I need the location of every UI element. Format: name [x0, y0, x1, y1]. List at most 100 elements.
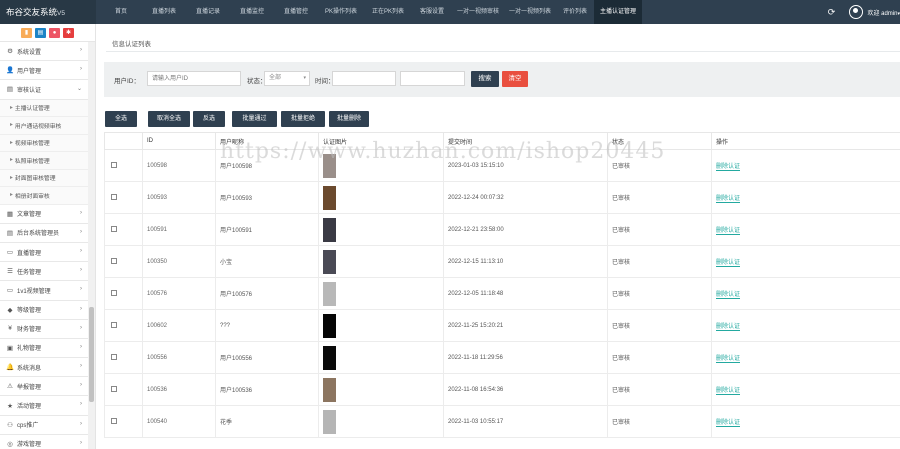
- delete-auth-link[interactable]: 删除认证: [716, 420, 741, 427]
- batch-action-button[interactable]: 全选: [105, 111, 137, 127]
- batch-action-button[interactable]: 取消全选: [148, 111, 190, 127]
- delete-auth-link[interactable]: 删除认证: [716, 356, 741, 363]
- row-checkbox[interactable]: [111, 193, 117, 200]
- main-content: 信息认证列表 用户ID： 状态： 全部▾ 时间： 搜索 清空 全选取消全选反选批…: [100, 28, 900, 449]
- top-nav-tab[interactable]: 直播管控: [274, 0, 318, 24]
- status-select[interactable]: 全部 ▾: [264, 71, 310, 86]
- top-nav-tab[interactable]: 直播列表: [142, 0, 186, 24]
- sidebar-item[interactable]: 🔔 系统消息 ›: [0, 358, 88, 378]
- start-time-input[interactable]: [332, 71, 396, 86]
- row-checkbox-cell: [104, 149, 143, 182]
- sidebar-item[interactable]: ¥ 财务管理 ›: [0, 319, 88, 339]
- delete-auth-link[interactable]: 删除认证: [716, 292, 741, 299]
- cell-operation: 删除认证: [711, 373, 900, 406]
- sidebar-subitem[interactable]: ▸ 用户通话视频审核: [0, 117, 88, 135]
- batch-action-button[interactable]: 批量拒绝: [281, 111, 325, 127]
- sidebar-item[interactable]: ▤ 后台系统管理员 ›: [0, 223, 88, 243]
- sidebar-subitem[interactable]: ▸ 封面图审核管理: [0, 169, 88, 188]
- row-checkbox[interactable]: [111, 353, 117, 360]
- row-checkbox[interactable]: [111, 225, 117, 232]
- sidebar-scrollbar[interactable]: [88, 42, 95, 449]
- uid-input[interactable]: [147, 71, 241, 86]
- user-menu[interactable]: 欢迎 admin▾: [867, 8, 900, 17]
- delete-auth-link[interactable]: 删除认证: [716, 324, 741, 331]
- delete-auth-link[interactable]: 删除认证: [716, 196, 741, 203]
- table-row: 100593 用户100593 2022-12-24 00:07:32 已审核 删除认证: [104, 181, 900, 214]
- sidebar-item[interactable]: ⚇ cps推广 ›: [0, 415, 88, 435]
- cell-status: 已审核: [607, 405, 712, 438]
- top-nav-tab[interactable]: 一对一视频审核: [452, 0, 504, 24]
- sidebar-item[interactable]: ⚠ 举报管理 ›: [0, 377, 88, 397]
- top-nav-tab[interactable]: 直播监控: [230, 0, 274, 24]
- sidebar-subitem[interactable]: ▸ 私照审核管理: [0, 152, 88, 170]
- user-avatar-icon[interactable]: [849, 5, 864, 19]
- top-nav-tab[interactable]: PK操作列表: [318, 0, 364, 24]
- search-button[interactable]: 搜索: [471, 71, 499, 87]
- row-checkbox[interactable]: [111, 257, 117, 264]
- sidebar-item[interactable]: ☰ 任务管理 ›: [0, 262, 88, 282]
- row-checkbox[interactable]: [111, 417, 117, 424]
- auth-image-thumbnail[interactable]: [323, 281, 336, 306]
- clear-button[interactable]: 清空: [502, 71, 528, 87]
- auth-image-thumbnail[interactable]: [323, 377, 336, 402]
- sidebar-item[interactable]: ⚙ 系统设置 ›: [0, 42, 88, 62]
- top-nav-tab[interactable]: 正在PK列表: [364, 0, 412, 24]
- top-nav-tab[interactable]: 客服设置: [412, 0, 452, 24]
- sidebar-item[interactable]: ▣ 礼物管理 ›: [0, 338, 88, 359]
- row-checkbox[interactable]: [111, 161, 117, 168]
- quick-settings-icon[interactable]: ✱: [63, 27, 74, 38]
- cell-nickname: 用户100536: [215, 373, 319, 406]
- auth-image-thumbnail[interactable]: [323, 153, 336, 178]
- refresh-icon[interactable]: ⟳: [825, 6, 837, 18]
- row-checkbox[interactable]: [111, 385, 117, 392]
- delete-auth-link[interactable]: 删除认证: [716, 388, 741, 395]
- top-nav-tab[interactable]: 首页: [100, 0, 142, 24]
- sidebar-item[interactable]: ▤ 审核认证 ⌄: [0, 80, 88, 100]
- chevron-right-icon: ›: [80, 247, 82, 254]
- column-header: ID: [142, 132, 216, 150]
- auth-image-thumbnail[interactable]: [323, 345, 336, 370]
- sidebar-item[interactable]: ▦ 文章管理 ›: [0, 204, 88, 224]
- table-row: 100536 用户100536 2022-11-08 16:54:36 已审核 删除认证: [104, 373, 900, 406]
- delete-auth-link[interactable]: 删除认证: [716, 164, 741, 171]
- cell-operation: 删除认证: [711, 309, 900, 342]
- auth-image-thumbnail[interactable]: [323, 249, 336, 274]
- auth-image-thumbnail[interactable]: [323, 313, 336, 338]
- auth-image-thumbnail[interactable]: [323, 217, 336, 242]
- batch-action-button[interactable]: 批量通过: [232, 111, 277, 127]
- quick-bar-chart-icon[interactable]: ▮: [21, 27, 32, 38]
- sidebar-item[interactable]: 👤 用户管理 ›: [0, 61, 88, 81]
- cell-auth-image: [318, 245, 444, 278]
- top-nav-tab[interactable]: 一对一视频列表: [504, 0, 556, 24]
- sidebar-item-label: 等级管理: [17, 308, 42, 315]
- top-nav-tab[interactable]: 直播记录: [186, 0, 230, 24]
- bullet-icon: ▸: [10, 192, 13, 199]
- sidebar-item[interactable]: ◆ 等级管理 ›: [0, 300, 88, 320]
- menu-icon: ▤: [6, 86, 14, 94]
- row-checkbox[interactable]: [111, 321, 117, 328]
- cell-operation: 删除认证: [711, 181, 900, 214]
- sidebar-subitem[interactable]: ▸ 主播认证管理: [0, 99, 88, 118]
- quick-user-icon[interactable]: ●: [49, 27, 60, 38]
- sidebar-item[interactable]: ▭ 直播管理 ›: [0, 242, 88, 263]
- sidebar-scroll-thumb[interactable]: [89, 307, 94, 402]
- row-checkbox[interactable]: [111, 289, 117, 296]
- delete-auth-link[interactable]: 删除认证: [716, 260, 741, 267]
- cell-status: 已审核: [607, 245, 712, 278]
- top-nav-tab[interactable]: 评价列表: [556, 0, 594, 24]
- end-time-input[interactable]: [400, 71, 465, 86]
- batch-action-button[interactable]: 反选: [193, 111, 225, 127]
- row-checkbox-cell: [104, 213, 143, 246]
- sidebar-subitem[interactable]: ▸ 视频审核管理: [0, 134, 88, 153]
- auth-image-thumbnail[interactable]: [323, 409, 336, 434]
- sidebar-subitem[interactable]: ▸ 相册封面审核: [0, 187, 88, 205]
- auth-image-thumbnail[interactable]: [323, 185, 336, 210]
- sidebar-item[interactable]: ▭ 1v1视频管理 ›: [0, 281, 88, 301]
- quick-document-icon[interactable]: ▤: [35, 27, 46, 38]
- delete-auth-link[interactable]: 删除认证: [716, 228, 741, 235]
- top-nav-tab[interactable]: 主播认证管理: [594, 0, 642, 24]
- chevron-down-icon: ⌄: [76, 86, 82, 93]
- batch-action-button[interactable]: 批量删除: [329, 111, 369, 127]
- sidebar-item[interactable]: ◎ 游戏管理 ›: [0, 434, 88, 449]
- sidebar-item[interactable]: ★ 活动管理 ›: [0, 396, 88, 416]
